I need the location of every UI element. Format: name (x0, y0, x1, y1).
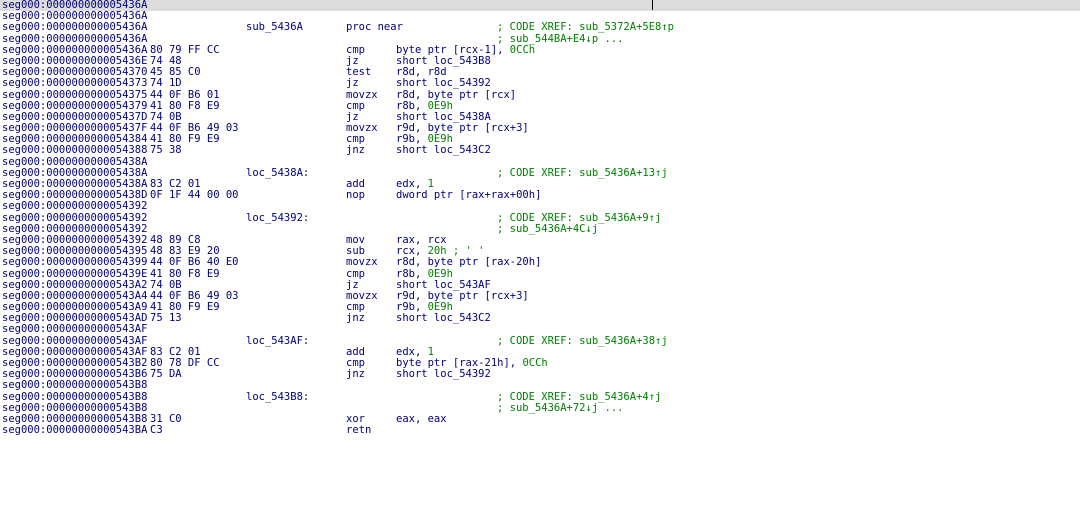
operand-number: 0E9h (427, 133, 453, 146)
listing-line[interactable]: seg000:000000000005436A (0, 0, 1080, 12)
operand-text: r8d, byte ptr [rax-20h] (396, 256, 542, 269)
listing-line[interactable]: seg000:00000000000543B6 75 DA jnz short loc… (0, 368, 1080, 380)
opcode-bytes[interactable]: 74 1D (150, 78, 182, 89)
operand-text: short loc_543B8 (396, 54, 491, 67)
line-address[interactable]: seg000:00000000000543AF (2, 324, 147, 335)
instruction-operands[interactable]: short loc_54392 (396, 369, 491, 380)
listing-line[interactable]: seg000:00000000000543B8 (0, 380, 1080, 391)
listing-line[interactable]: seg000:0000000000054375 44 0F B6 01 movzx r… (0, 88, 1080, 101)
instruction-mnemonic[interactable]: movzx (346, 257, 378, 268)
operand-text: dword ptr [rax+rax+00h] (396, 189, 542, 202)
line-address[interactable]: seg000:00000000000543BA (2, 424, 147, 436)
operand-text: r9d, byte ptr [rcx+3] (396, 289, 529, 302)
operand-number: 0CCh (522, 357, 548, 369)
line-address[interactable]: seg000:000000000005436A (2, 22, 147, 33)
opcode-bytes[interactable]: 0F 1F 44 00 00 (150, 189, 239, 201)
instruction-mnemonic[interactable]: jnz (346, 313, 365, 324)
operand-text: short loc_543C2 (396, 144, 491, 157)
operand-text: rcx, (396, 245, 428, 258)
listing-line[interactable]: seg000:000000000005438D 0F 1F 44 00 00 nop… (0, 189, 1080, 201)
operand-text: short loc_5438A (396, 110, 491, 123)
operand-text: eax, eax (396, 412, 447, 425)
operand-number: 0E9h (427, 301, 453, 314)
xref-comment[interactable]: ; sub_5436A+4C↓j (497, 223, 598, 235)
opcode-bytes[interactable]: 75 13 (150, 313, 182, 324)
listing-line[interactable]: seg000:0000000000054373 74 1D jz short loc_… (0, 78, 1080, 89)
opcode-bytes[interactable]: 75 DA (150, 368, 182, 380)
xref-comment[interactable]: ; CODE XREF: sub_5436A+13↑j (497, 167, 668, 179)
operand-text: short loc_54392 (396, 368, 491, 381)
line-address[interactable]: seg000:00000000000543B8 (2, 380, 147, 391)
operand-text: rax, rcx (396, 233, 447, 246)
instruction-operands[interactable]: eax, eax (396, 412, 447, 425)
operand-number: 0E9h (427, 267, 453, 280)
line-address[interactable]: seg000:0000000000054399 (2, 257, 147, 268)
instruction-mnemonic[interactable]: jnz (346, 145, 365, 156)
operand-text: r8d, r8d (396, 66, 447, 79)
operand-text: edx, (396, 178, 428, 190)
opcode-bytes[interactable]: C3 (150, 424, 163, 436)
operand-text: r8b, (396, 267, 428, 280)
operand-number: 1 (427, 178, 434, 190)
instruction-operands[interactable]: dword ptr [rax+rax+00h] (396, 190, 541, 201)
instruction-mnemonic[interactable]: retn (346, 424, 371, 436)
listing-line[interactable]: seg000:00000000000543AF (0, 324, 1080, 335)
code-label[interactable]: sub_5436A (246, 22, 303, 33)
instruction-operands[interactable]: short loc_543C2 (396, 145, 491, 156)
instruction-mnemonic[interactable]: jnz (346, 368, 365, 380)
code-label[interactable]: loc_54392: (246, 212, 309, 224)
disassembly-listing[interactable]: seg000:000000000005436A seg000:0000000000… (0, 0, 1080, 523)
listing-line[interactable]: seg000:00000000000543AD 75 13 jnz short loc… (0, 313, 1080, 324)
opcode-bytes[interactable]: 44 0F B6 40 E0 (150, 257, 239, 268)
xref-comment[interactable]: ; CODE XREF: sub_5372A+5E8↑p (497, 22, 674, 33)
code-label[interactable]: loc_543B8: (246, 391, 309, 403)
operand-text: byte ptr [rax-21h], (396, 357, 523, 369)
operand-text: short loc_543AF (396, 278, 491, 291)
line-address[interactable]: seg000:0000000000054388 (2, 145, 147, 156)
operand-text: r8b, (396, 99, 428, 112)
xref-comment[interactable]: ; sub_5436A+72↓j ... (497, 402, 623, 414)
operand-number: 1 (427, 345, 434, 358)
operand-number: 0CCh (509, 43, 536, 56)
operand-text: r9d, byte ptr [rcx+3] (396, 122, 529, 135)
operand-text: byte ptr [rcx-1], (396, 43, 510, 56)
listing-line[interactable]: seg000:0000000000054392 (0, 201, 1080, 212)
line-address[interactable]: seg000:0000000000054392 (2, 201, 147, 212)
listing-line[interactable]: seg000:0000000000054399 44 0F B6 40 E0 mov… (0, 257, 1080, 268)
listing-line[interactable]: seg000:000000000005436A sub_5436A proc nea… (0, 22, 1080, 33)
listing-line[interactable]: seg000:000000000005439E 41 80 F8 E9 cmp r8b… (0, 267, 1080, 280)
operand-text: edx, (396, 345, 428, 358)
operand-text: short loc_543C2 (396, 312, 491, 325)
operand-text: r8d, byte ptr [rcx] (396, 88, 517, 101)
operand-number: 20h ; ' ' (427, 245, 485, 258)
xref-comment[interactable]: ; CODE XREF: sub_5436A+38↑j (497, 335, 668, 347)
text-cursor (652, 0, 653, 10)
operand-text: r9b, (396, 133, 428, 146)
instruction-mnemonic[interactable]: nop (346, 189, 365, 201)
listing-line[interactable]: seg000:0000000000054388 75 38 jnz short loc… (0, 145, 1080, 156)
code-label[interactable]: loc_5438A: (246, 167, 309, 179)
code-label[interactable]: loc_543AF: (246, 335, 309, 347)
line-address[interactable]: seg000:0000000000054373 (2, 78, 147, 89)
opcode-bytes[interactable]: 75 38 (150, 145, 182, 156)
operand-number: 0E9h (427, 99, 453, 112)
operand-text: short loc_54392 (396, 77, 491, 90)
operand-text: r9b, (396, 301, 428, 314)
instruction-mnemonic[interactable]: jz (346, 78, 359, 89)
instruction-mnemonic[interactable]: proc near (346, 22, 403, 33)
listing-line[interactable]: seg000:00000000000543BA C3 retn (0, 424, 1080, 436)
instruction-operands[interactable]: short loc_543C2 (396, 313, 491, 324)
